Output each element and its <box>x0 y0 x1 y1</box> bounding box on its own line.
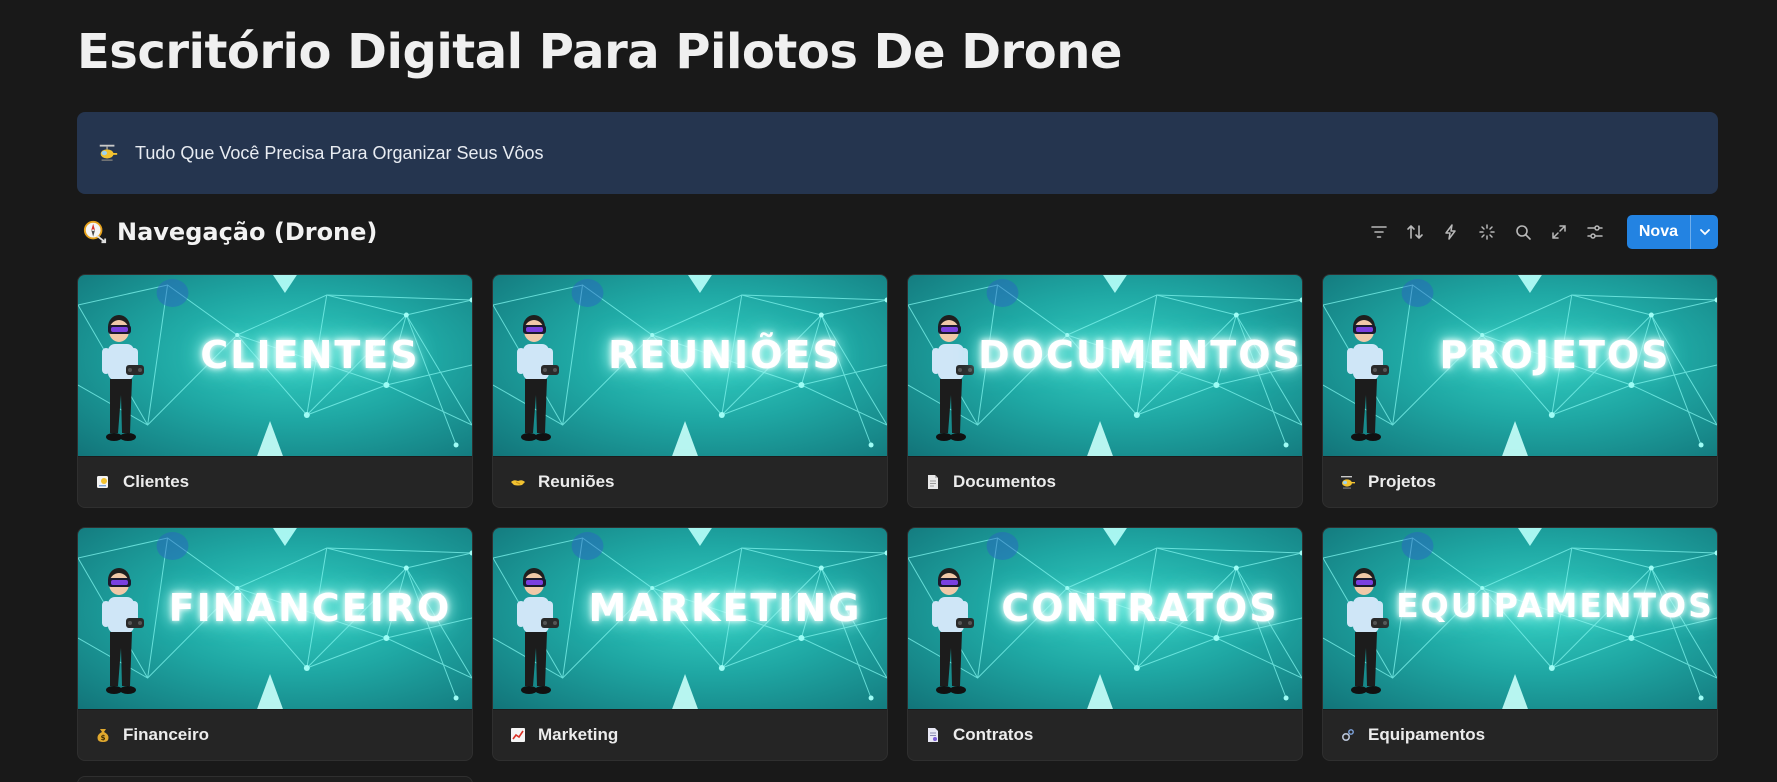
card-cover: CONTRATOS <box>908 528 1302 709</box>
gallery-card-partial[interactable] <box>77 776 473 782</box>
card-footer: Reuniões <box>493 456 887 507</box>
card-footer: Documentos <box>908 456 1302 507</box>
gallery-card-contratos[interactable]: CONTRATOS Contratos <box>907 527 1303 761</box>
document-icon <box>923 472 943 492</box>
drone-pilot-illustration <box>517 315 559 441</box>
card-title[interactable]: Reuniões <box>538 472 615 492</box>
cover-title: EQUIPAMENTOS <box>1396 586 1714 625</box>
gallery-view: CLIENTES Clientes REUNIÕES Reuniões DOCU… <box>77 274 1718 761</box>
card-footer: Marketing <box>493 709 887 760</box>
helicopter-icon <box>97 141 121 165</box>
cover-title: PROJETOS <box>1439 333 1671 377</box>
callout: Tudo Que Você Precisa Para Organizar Seu… <box>77 112 1718 194</box>
svg-text:$: $ <box>101 734 106 742</box>
callout-text: Tudo Que Você Precisa Para Organizar Seu… <box>135 142 544 163</box>
page-title: Escritório Digital Para Pilotos De Drone <box>77 24 1122 80</box>
database-title[interactable]: Navegação (Drone) <box>117 218 377 246</box>
client-card-icon <box>93 472 113 492</box>
card-cover: CLIENTES <box>78 275 472 456</box>
cover-title: CLIENTES <box>200 333 420 377</box>
drone-pilot-illustration <box>102 568 144 694</box>
drone-pilot-illustration <box>102 315 144 441</box>
cover-title: CONTRATOS <box>1001 586 1279 630</box>
card-cover: REUNIÕES <box>493 275 887 456</box>
handshake-icon <box>508 472 528 492</box>
new-button-label[interactable]: Nova <box>1627 215 1690 249</box>
helicopter-icon <box>1338 472 1358 492</box>
drone-pilot-illustration <box>1347 568 1389 694</box>
chart-icon <box>508 725 528 745</box>
contract-icon <box>923 725 943 745</box>
new-button[interactable]: Nova <box>1626 215 1718 249</box>
card-title[interactable]: Documentos <box>953 472 1056 492</box>
automation-icon[interactable] <box>1437 218 1465 246</box>
compass-icon <box>83 219 109 245</box>
card-footer: Projetos <box>1323 456 1717 507</box>
drone-pilot-illustration <box>1347 315 1389 441</box>
card-title[interactable]: Marketing <box>538 725 618 745</box>
card-footer: Contratos <box>908 709 1302 760</box>
card-footer: Clientes <box>78 456 472 507</box>
gallery-card-projetos[interactable]: PROJETOS Projetos <box>1322 274 1718 508</box>
settings-icon[interactable] <box>1581 218 1609 246</box>
gallery-card-documentos[interactable]: DOCUMENTOS Documentos <box>907 274 1303 508</box>
card-cover: DOCUMENTOS <box>908 275 1302 456</box>
card-title[interactable]: Projetos <box>1368 472 1436 492</box>
gallery-card-equipamentos[interactable]: EQUIPAMENTOS Equipamentos <box>1322 527 1718 761</box>
sort-icon[interactable] <box>1401 218 1429 246</box>
card-title[interactable]: Contratos <box>953 725 1033 745</box>
card-cover: MARKETING <box>493 528 887 709</box>
card-cover: FINANCEIRO <box>78 528 472 709</box>
ai-sparkle-icon[interactable] <box>1473 218 1501 246</box>
search-icon[interactable] <box>1509 218 1537 246</box>
database-toolbar: Nova <box>1365 215 1718 249</box>
cover-title: MARKETING <box>588 586 862 630</box>
filter-icon[interactable] <box>1365 218 1393 246</box>
gear-tools-icon <box>1338 725 1358 745</box>
gallery-card-clientes[interactable]: CLIENTES Clientes <box>77 274 473 508</box>
card-footer: Equipamentos <box>1323 709 1717 760</box>
card-footer: $ Financeiro <box>78 709 472 760</box>
card-title[interactable]: Financeiro <box>123 725 209 745</box>
money-bag-icon: $ <box>93 725 113 745</box>
drone-pilot-illustration <box>517 568 559 694</box>
drone-pilot-illustration <box>932 568 974 694</box>
gallery-card-reuniões[interactable]: REUNIÕES Reuniões <box>492 274 888 508</box>
gallery-card-marketing[interactable]: MARKETING Marketing <box>492 527 888 761</box>
drone-pilot-illustration <box>932 315 974 441</box>
chevron-down-icon[interactable] <box>1690 215 1718 249</box>
gallery-card-financeiro[interactable]: FINANCEIRO $ Financeiro <box>77 527 473 761</box>
expand-icon[interactable] <box>1545 218 1573 246</box>
cover-title: FINANCEIRO <box>168 586 452 630</box>
card-title[interactable]: Clientes <box>123 472 189 492</box>
card-cover: EQUIPAMENTOS <box>1323 528 1717 709</box>
cover-title: REUNIÕES <box>608 333 842 377</box>
cover-title: DOCUMENTOS <box>978 333 1302 377</box>
card-title[interactable]: Equipamentos <box>1368 725 1485 745</box>
database-header: Navegação (Drone) Nova <box>77 212 1718 252</box>
card-cover: PROJETOS <box>1323 275 1717 456</box>
